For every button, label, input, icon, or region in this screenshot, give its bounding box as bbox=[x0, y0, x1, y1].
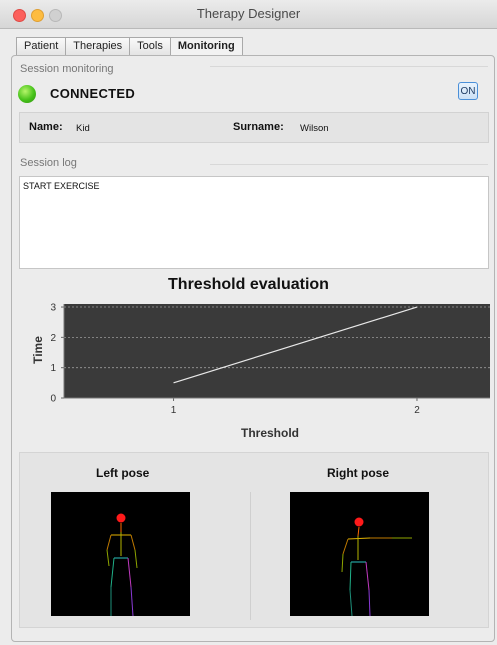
session-log-textarea[interactable]: START EXERCISE bbox=[19, 176, 489, 269]
connection-status-icon bbox=[18, 85, 36, 103]
right-pose-label: Right pose bbox=[327, 466, 389, 480]
left-pose-image bbox=[51, 492, 190, 617]
y-axis-label: Time bbox=[31, 336, 45, 364]
session-log-label: Session log bbox=[20, 157, 77, 169]
connection-status-text: CONNECTED bbox=[50, 86, 136, 101]
name-label: Name: bbox=[29, 121, 63, 133]
x-tick-label: 2 bbox=[414, 405, 420, 416]
tab-monitoring[interactable]: Monitoring bbox=[169, 37, 243, 56]
left-pose-label: Left pose bbox=[96, 466, 150, 480]
app-window: Therapy Designer Patient Therapies Tools… bbox=[0, 0, 497, 645]
y-tick-label: 2 bbox=[50, 333, 56, 344]
y-tick-label: 3 bbox=[50, 303, 56, 314]
chart-title: Threshold evaluation bbox=[168, 276, 329, 293]
y-tick-label: 1 bbox=[50, 363, 56, 374]
right-pose-image bbox=[290, 492, 429, 617]
session-log-text: START EXERCISE bbox=[23, 181, 100, 191]
x-tick-label: 1 bbox=[171, 405, 177, 416]
tab-patient[interactable]: Patient bbox=[16, 37, 66, 55]
pose-separator bbox=[250, 492, 251, 620]
name-value: Kid bbox=[76, 123, 90, 134]
tab-bar: Patient Therapies Tools Monitoring bbox=[16, 37, 243, 56]
surname-label: Surname: bbox=[233, 121, 284, 133]
threshold-chart: 0 1 2 3 1 2 Threshold Time bbox=[31, 303, 490, 440]
window-title: Therapy Designer bbox=[196, 6, 301, 21]
tab-therapies[interactable]: Therapies bbox=[65, 37, 130, 55]
surname-value: Wilson bbox=[300, 123, 329, 134]
section-separator bbox=[210, 66, 488, 67]
x-axis-label: Threshold bbox=[241, 426, 299, 440]
session-monitoring-label: Session monitoring bbox=[20, 63, 114, 75]
monitoring-toggle-button[interactable]: ON bbox=[458, 82, 478, 100]
title-bar: Therapy Designer bbox=[0, 0, 497, 29]
tab-tools[interactable]: Tools bbox=[129, 37, 170, 55]
y-tick-label: 0 bbox=[50, 394, 56, 405]
section-separator bbox=[210, 164, 488, 165]
